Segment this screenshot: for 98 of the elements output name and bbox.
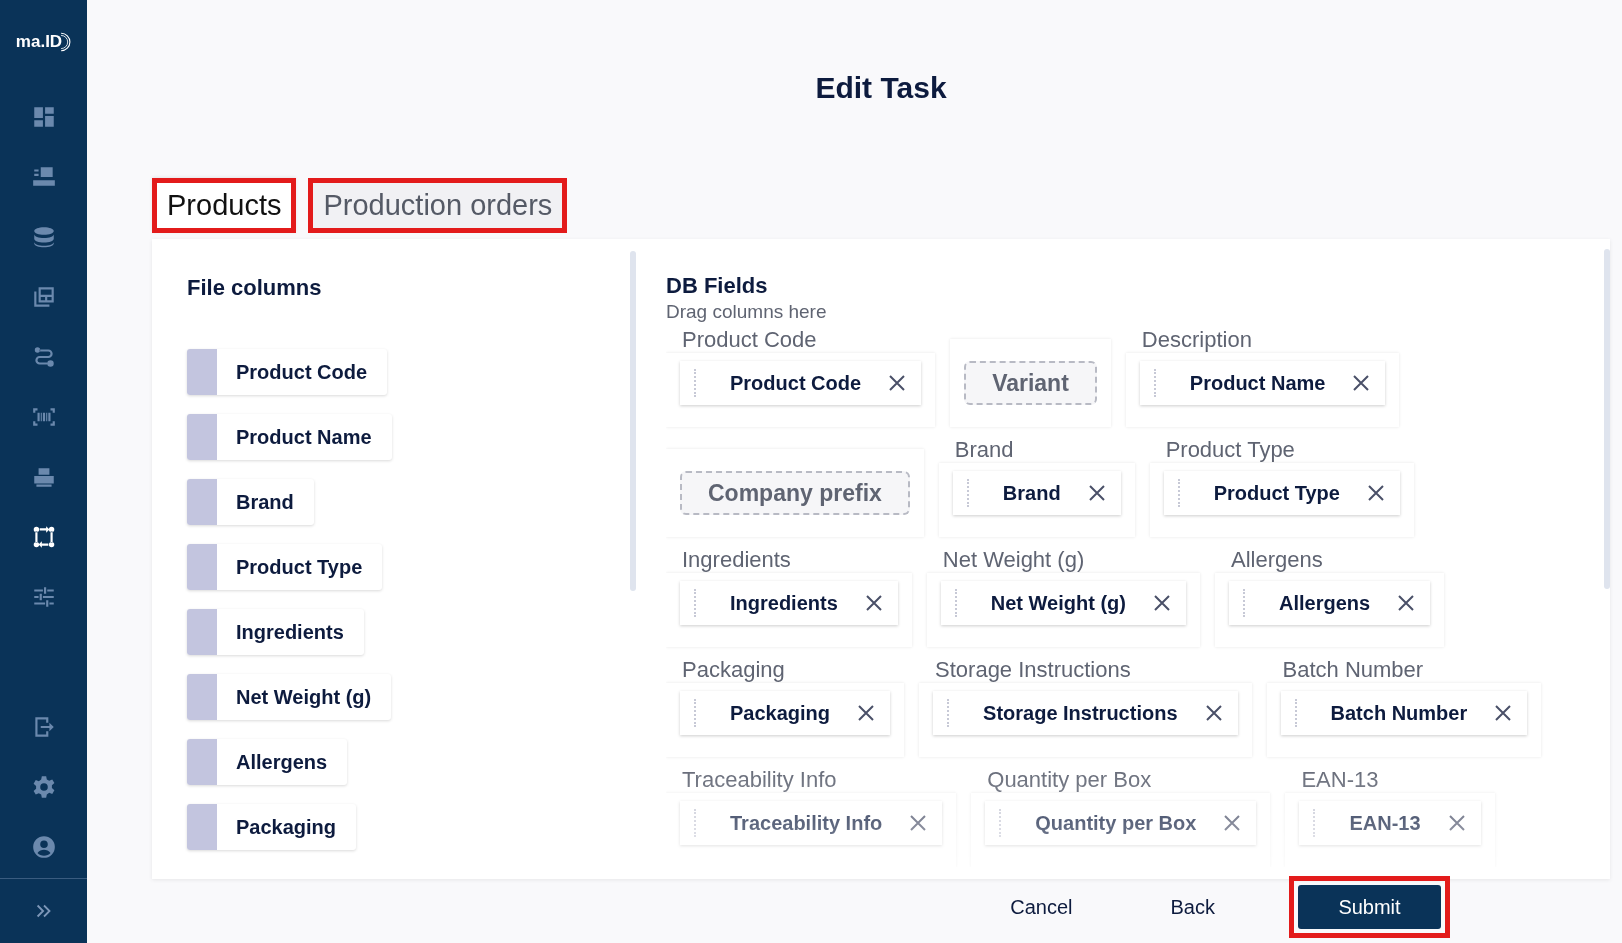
mapped-column-chip[interactable]: Traceability Info [680,801,943,845]
drag-handle-icon[interactable] [1242,589,1245,617]
close-icon[interactable] [908,813,929,833]
drag-handle-icon[interactable] [966,479,969,507]
field-label: Packaging [681,657,786,683]
drag-handle-icon[interactable] [187,674,217,720]
mapped-column-chip[interactable]: Packaging [680,691,891,735]
field-label: Description [1140,327,1253,353]
drag-handle-icon[interactable] [187,739,217,785]
field-label: EAN-13 [1300,767,1380,793]
drag-handle-icon[interactable] [694,809,696,837]
drop-zone[interactable]: Net Weight (g) [926,573,1200,647]
field-label: Product Type [1164,437,1296,463]
drag-handle-icon[interactable] [187,544,217,590]
close-icon[interactable] [1365,483,1386,503]
scrollbar[interactable] [1604,249,1610,589]
drag-handle-icon[interactable] [187,609,217,655]
section-heading: File columns [187,275,323,301]
page-title: Edit Task [814,70,948,106]
empty-slot[interactable]: Company prefix [680,471,910,515]
mapped-column-chip[interactable]: Quantity per Box [985,801,1257,845]
mapped-column-chip[interactable]: Product Name [1139,361,1386,405]
mapped-column-chip[interactable]: Net Weight (g) [940,581,1186,625]
field-label: Ingredients [681,547,792,573]
field-label: Net Weight (g) [941,547,1086,573]
close-icon[interactable] [1222,813,1243,833]
text-button[interactable]: Cancel [996,887,1087,927]
drag-handle-icon[interactable] [694,589,696,617]
drag-handle-icon[interactable] [187,349,217,395]
drag-handle-icon[interactable] [1294,699,1297,727]
field-label: Brand [953,437,1015,463]
drag-handle-icon[interactable] [694,699,696,727]
drop-zone[interactable]: Brand [938,463,1135,537]
hint-text: Drag columns here [666,301,828,323]
drop-zone[interactable]: Storage Instructions [919,683,1252,757]
mapped-column-chip[interactable]: EAN-13 [1299,801,1481,845]
field-label: Batch Number [1281,657,1425,683]
close-icon[interactable] [1151,593,1172,613]
tab[interactable]: Products [152,178,297,233]
submit-button[interactable]: Submit [1298,885,1441,929]
mapped-column-chip[interactable]: Brand [952,471,1121,515]
drop-zone[interactable]: Allergens [1214,573,1445,647]
mapped-column-chip[interactable]: Product Type [1163,471,1400,515]
close-icon[interactable] [1396,593,1417,613]
close-icon[interactable] [1351,373,1372,393]
drag-handle-icon[interactable] [954,589,957,617]
mapped-column-chip[interactable]: Allergens [1228,581,1431,625]
drag-handle-icon[interactable] [999,809,1002,837]
mapped-column-chip[interactable]: Storage Instructions [933,691,1238,735]
drop-zone[interactable]: EAN-13 [1285,793,1495,867]
close-icon[interactable] [1493,703,1514,723]
close-icon[interactable] [856,703,877,723]
scrollbar[interactable] [630,251,636,591]
column-chip[interactable]: Product Code [187,349,388,395]
mapped-column-chip[interactable]: Product Code [680,361,922,405]
drag-handle-icon[interactable] [1177,479,1180,507]
field-label: Product Code [681,327,818,353]
column-chip[interactable]: Packaging [187,804,357,850]
column-chip[interactable]: Net Weight (g) [187,674,392,720]
text-button[interactable]: Back [1156,887,1229,927]
close-icon[interactable] [863,593,884,613]
section-heading: DB Fields [666,273,769,299]
field-label: Allergens [1229,547,1324,573]
tab[interactable]: Production orders [308,178,568,233]
drop-zone[interactable]: Product Type [1149,463,1414,537]
column-chip[interactable]: Product Type [187,544,383,590]
drop-zone[interactable]: Batch Number [1266,683,1542,757]
drag-handle-icon[interactable] [947,699,950,727]
drag-handle-icon[interactable] [694,369,696,397]
drop-zone[interactable]: Ingredients [666,573,912,647]
drag-handle-icon[interactable] [187,479,217,525]
close-icon[interactable] [1203,703,1224,723]
empty-slot[interactable]: Variant [964,361,1097,405]
field-label: Traceability Info [681,767,838,793]
logo[interactable]: ma.ID [15,20,72,64]
drag-handle-icon[interactable] [187,804,217,850]
mapped-column-chip[interactable]: Ingredients [680,581,898,625]
drop-zone[interactable]: Product Name [1125,353,1400,427]
drag-handle-icon[interactable] [1153,369,1156,397]
column-chip[interactable]: Product Name [187,414,392,460]
column-chip[interactable]: Allergens [187,739,348,785]
column-chip[interactable]: Brand [187,479,314,525]
close-icon[interactable] [1086,483,1107,503]
drop-zone[interactable]: Variant [950,339,1111,427]
column-chip[interactable]: Ingredients [187,609,364,655]
drop-zone[interactable]: Traceability Info [666,793,957,867]
close-icon[interactable] [1446,813,1467,833]
drop-zone[interactable]: Product Code [666,353,936,427]
close-icon[interactable] [887,373,908,393]
field-label: Storage Instructions [934,657,1132,683]
drag-handle-icon[interactable] [187,414,217,460]
account-icon[interactable] [30,834,57,860]
field-label: Quantity per Box [986,767,1153,793]
drop-zone[interactable]: Quantity per Box [971,793,1271,867]
drag-handle-icon[interactable] [1313,809,1316,837]
mapped-column-chip[interactable]: Batch Number [1280,691,1528,735]
drop-zone[interactable]: Company prefix [666,449,924,537]
drop-zone[interactable]: Packaging [666,683,905,757]
